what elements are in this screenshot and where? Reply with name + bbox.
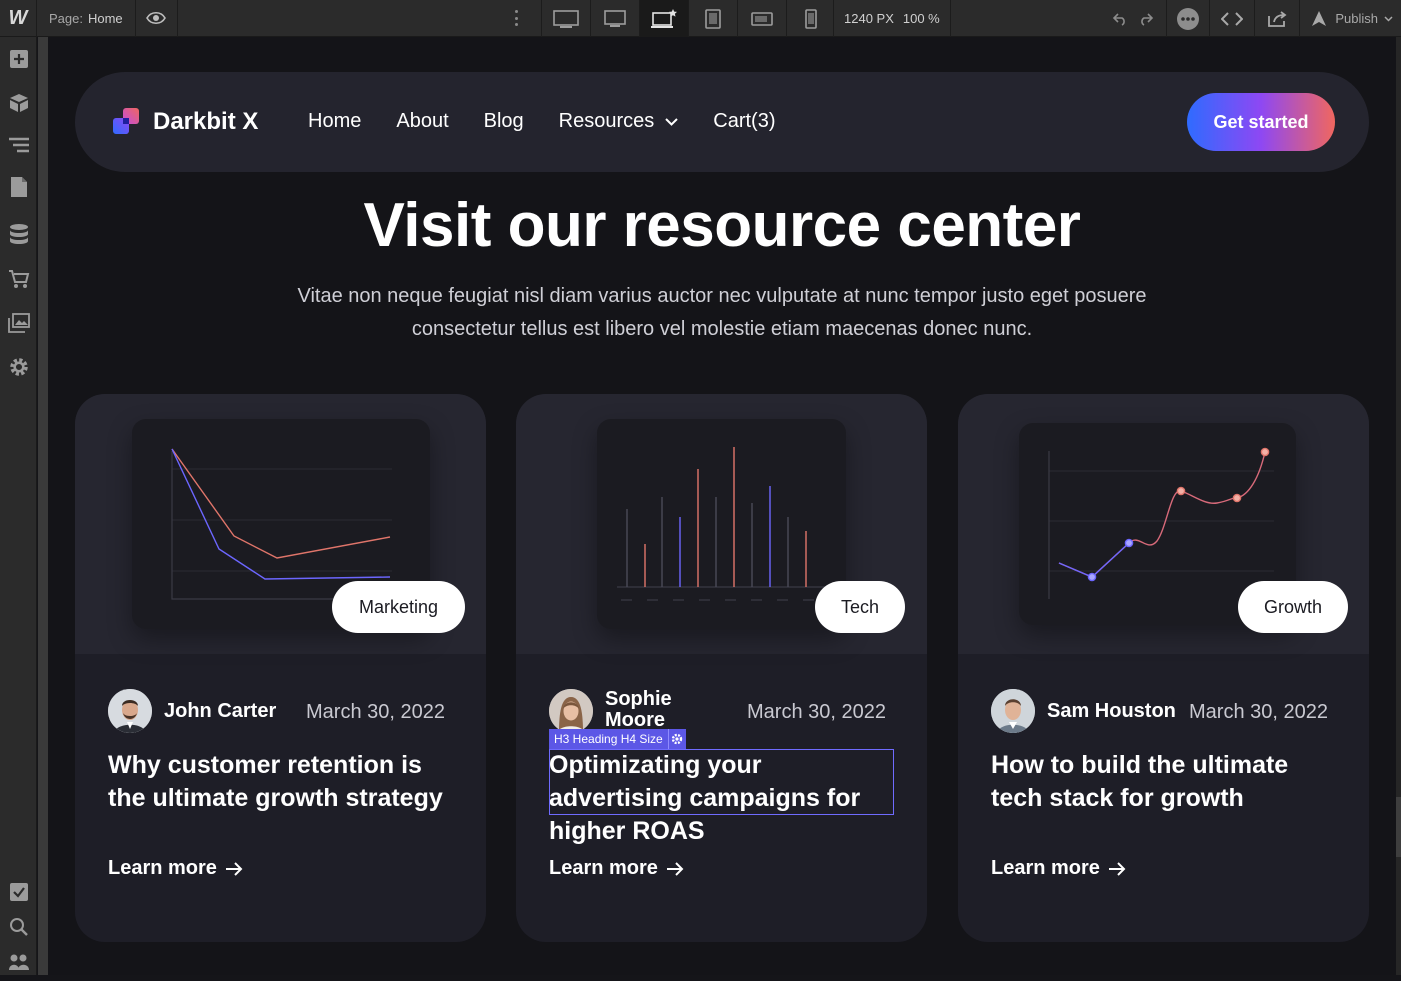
site-navbar: Darkbit X Home About Blog Resources Cart… <box>75 72 1369 172</box>
avatar <box>991 689 1035 733</box>
cms-database-icon[interactable] <box>0 215 37 253</box>
preview-eye-icon[interactable] <box>136 0 178 37</box>
designer-right-tools: Publish <box>1106 0 1401 37</box>
post-date: March 30, 2022 <box>747 701 886 723</box>
author-block: John Carter <box>108 689 276 733</box>
site-brand[interactable]: Darkbit X <box>113 108 258 136</box>
breakpoint-bar <box>541 0 835 37</box>
nav-link-cart[interactable]: Cart(3) <box>713 110 775 133</box>
breakpoint-landscape-icon[interactable] <box>737 0 786 37</box>
nav-link-about[interactable]: About <box>396 110 448 133</box>
canvas-size-readout[interactable]: 1240 PX 100 % <box>833 0 951 37</box>
collaborators-icon[interactable] <box>0 943 37 981</box>
tag-pill[interactable]: Marketing <box>332 581 465 633</box>
chevron-down-icon <box>1384 15 1393 22</box>
designer-topbar: W Page: Home 1240 PX 100 % Publish <box>0 0 1401 37</box>
publish-label: Publish <box>1335 11 1378 26</box>
publish-rocket-icon <box>1312 10 1327 26</box>
redo-icon[interactable] <box>1134 0 1166 37</box>
card-image-area: Tech <box>516 394 927 654</box>
arrow-right-icon <box>1108 861 1126 876</box>
page-title: Visit our resource center <box>363 191 1081 260</box>
assets-images-icon[interactable] <box>0 304 37 342</box>
breakpoint-desktop-base-icon[interactable] <box>639 0 688 37</box>
canvas-gutter <box>38 37 48 975</box>
brand-name: Darkbit X <box>153 108 259 135</box>
more-breakpoints-icon[interactable] <box>508 8 524 28</box>
arrow-right-icon <box>225 861 243 876</box>
card-image-area: Growth <box>958 394 1369 654</box>
brand-logo-icon <box>113 108 139 134</box>
publish-button[interactable]: Publish <box>1299 0 1401 37</box>
author-name: Sam Houston <box>1047 699 1176 722</box>
author-block: Sam Houston <box>991 689 1176 733</box>
avatar <box>549 689 593 733</box>
bar-chart-illustration <box>597 419 846 629</box>
card-title[interactable]: How to build the ultimate tech stack for… <box>991 749 1341 815</box>
page-label: Page: <box>49 10 83 26</box>
audit-checkbox-icon[interactable] <box>0 873 37 911</box>
undo-icon[interactable] <box>1106 0 1134 37</box>
author-block: Sophie Moore <box>549 689 685 733</box>
post-date: March 30, 2022 <box>306 701 445 723</box>
learn-more-link[interactable]: Learn more <box>108 857 243 880</box>
add-element-icon[interactable] <box>0 40 37 78</box>
author-name: Sophie Moore <box>605 688 672 731</box>
search-icon[interactable] <box>0 908 37 946</box>
nav-dropdown-resources[interactable]: Resources <box>559 110 679 133</box>
settings-gear-icon[interactable] <box>0 348 37 386</box>
author-name: John Carter <box>164 699 277 722</box>
tag-pill[interactable]: Growth <box>1238 581 1348 633</box>
arrow-right-icon <box>666 861 684 876</box>
pages-icon[interactable] <box>0 168 37 206</box>
selected-element-badge[interactable]: H3 Heading H4 Size <box>549 729 686 749</box>
canvas-zoom: 100 % <box>902 11 940 26</box>
symbols-box-icon[interactable] <box>0 84 37 122</box>
learn-more-label: Learn more <box>108 857 217 879</box>
card-image-area: Marketing <box>75 394 486 654</box>
blog-card-tech[interactable]: Tech Sophie Moore March 30, 2022 Optimiz… <box>516 394 927 942</box>
avatar <box>108 689 152 733</box>
tag-pill[interactable]: Tech <box>815 581 905 633</box>
nav-link-blog[interactable]: Blog <box>484 110 524 133</box>
learn-more-link[interactable]: Learn more <box>549 857 684 880</box>
collaboration-more-icon[interactable] <box>1166 0 1209 37</box>
get-started-button[interactable]: Get started <box>1187 93 1335 151</box>
selected-element-label: H3 Heading H4 Size <box>554 732 663 746</box>
learn-more-link[interactable]: Learn more <box>991 857 1126 880</box>
nav-link-home[interactable]: Home <box>308 110 361 133</box>
navigator-icon[interactable] <box>0 126 37 164</box>
learn-more-label: Learn more <box>549 857 658 879</box>
nav-dropdown-label: Resources <box>558 110 655 132</box>
canvas-scrollbar[interactable] <box>1396 37 1401 975</box>
element-settings-gear-icon[interactable] <box>667 729 686 749</box>
nav-menu: Home About Blog Resources Cart(3) <box>308 110 776 133</box>
blog-card-marketing[interactable]: Marketing John Carter March 30, 2022 Why… <box>75 394 486 942</box>
share-icon[interactable] <box>1254 0 1299 37</box>
breakpoint-tablet-icon[interactable] <box>688 0 737 37</box>
page-selector[interactable]: Page: Home <box>37 0 136 37</box>
ecommerce-cart-icon[interactable] <box>0 260 37 298</box>
page-name: Home <box>87 10 123 26</box>
breakpoint-portrait-icon[interactable] <box>786 0 835 37</box>
webflow-logo[interactable]: W <box>0 0 37 37</box>
blog-card-growth[interactable]: Growth Sam Houston March 30, 2022 How to… <box>958 394 1369 942</box>
site-canvas: Darkbit X Home About Blog Resources Cart… <box>48 37 1396 975</box>
code-export-icon[interactable] <box>1209 0 1254 37</box>
post-date: March 30, 2022 <box>1189 701 1328 723</box>
canvas-width: 1240 PX <box>844 11 894 26</box>
breakpoint-1920-icon[interactable] <box>541 0 590 37</box>
page-subtitle: Vitae non neque feugiat nisl diam varius… <box>297 285 1147 340</box>
learn-more-label: Learn more <box>991 857 1100 879</box>
designer-left-toolbar <box>0 37 37 975</box>
selected-element-outline <box>549 749 894 815</box>
card-title[interactable]: Why customer retention is the ultimate g… <box>108 749 458 815</box>
chevron-down-icon <box>665 117 678 126</box>
breakpoint-1440-icon[interactable] <box>590 0 639 37</box>
